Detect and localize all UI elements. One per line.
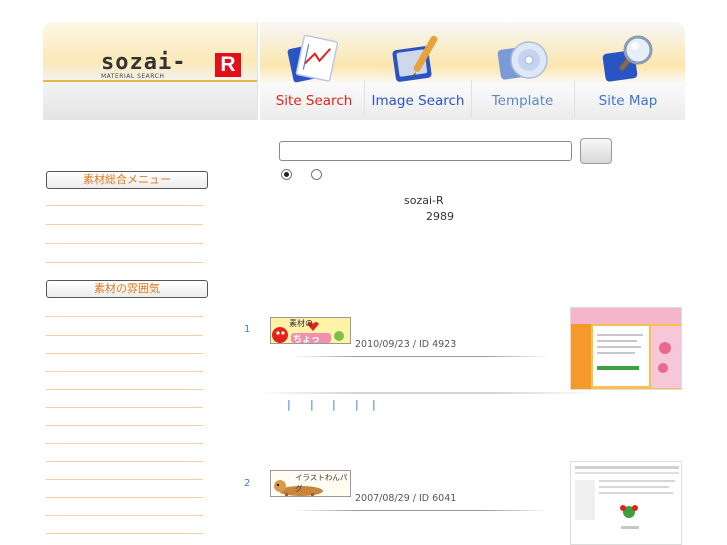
result-meta: 2010/09/23 / ID 4923 [355, 339, 457, 350]
site-name: sozai-R [404, 194, 444, 207]
sidebar-divider [46, 389, 203, 390]
thumbnail-graphic [571, 462, 681, 544]
result-divider [293, 510, 549, 511]
sidebar-divider [46, 224, 203, 225]
logo[interactable]: sozai- MATERIAL SEARCH R [43, 22, 258, 120]
banner-text-2: ちょっ [293, 335, 321, 344]
result-banner[interactable]: イラストわんパグ [270, 470, 351, 497]
sidebar-divider [46, 316, 203, 317]
site-count: 2989 [426, 210, 454, 223]
sidebar-divider [46, 407, 203, 408]
nav-site-map[interactable]: Site Map [578, 22, 678, 120]
pager-separator: | [372, 398, 376, 411]
sidebar-divider [46, 497, 203, 498]
sidebar-divider [46, 425, 203, 426]
result-thumbnail[interactable] [570, 307, 682, 390]
thumbnail-graphic [571, 308, 681, 389]
pager-separator: | [332, 398, 336, 411]
site-search-icon [287, 34, 339, 83]
sidebar-menu-heading: 素材総合メニュー [46, 171, 208, 189]
banner-text: イラストわんパグ [295, 473, 348, 493]
nav-site-search[interactable]: Site Search [268, 22, 360, 120]
sidebar-divider [46, 479, 203, 480]
sidebar-divider [46, 461, 203, 462]
result-rank: 2 [244, 478, 251, 489]
nav-label: Site Search [275, 93, 353, 109]
search-input[interactable] [279, 141, 572, 161]
nav-divider [471, 80, 472, 118]
nav-divider [574, 80, 575, 118]
search-button[interactable] [580, 138, 612, 164]
section-divider [256, 392, 596, 394]
search-scope-radio-1[interactable] [281, 169, 292, 180]
sidebar-divider [46, 533, 203, 534]
main-nav: Site Search Image Search Template Site M… [259, 22, 685, 120]
logo-mark: R [215, 53, 241, 77]
site-map-magnifier-icon [602, 35, 653, 82]
nav-template[interactable]: Template [475, 22, 570, 120]
template-cd-icon [497, 41, 548, 80]
nav-image-search[interactable]: Image Search [368, 22, 468, 120]
pager-separator: | [355, 398, 359, 411]
nav-label: Site Map [598, 93, 658, 109]
pager-separator: | [287, 398, 291, 411]
sidebar-divider [46, 515, 203, 516]
sidebar-divider [46, 353, 203, 354]
sidebar-divider [46, 371, 203, 372]
search-scope-radio-2[interactable] [311, 169, 322, 180]
result-meta: 2007/08/29 / ID 6041 [355, 493, 457, 504]
sidebar-divider [46, 335, 203, 336]
result-banner[interactable]: 素材の ちょっ [270, 317, 351, 344]
result-rank: 1 [244, 324, 251, 335]
sidebar-mood-heading: 素材の雰囲気 [46, 280, 208, 298]
sidebar-divider [46, 205, 203, 206]
result-thumbnail[interactable] [570, 461, 682, 545]
sidebar-divider [46, 243, 203, 244]
nav-divider [364, 80, 365, 118]
nav-label: Image Search [371, 93, 465, 109]
logo-subtitle: MATERIAL SEARCH [101, 73, 165, 80]
banner-text: 素材の [289, 319, 313, 328]
logo-text: sozai- [101, 50, 187, 75]
pager-separator: | [310, 398, 314, 411]
image-search-icon [392, 35, 438, 82]
sidebar-divider [46, 443, 203, 444]
sidebar-divider [46, 262, 203, 263]
result-divider [293, 356, 549, 357]
nav-label: Template [491, 93, 554, 109]
site-header: sozai- MATERIAL SEARCH R Site Search Ima… [43, 22, 685, 120]
